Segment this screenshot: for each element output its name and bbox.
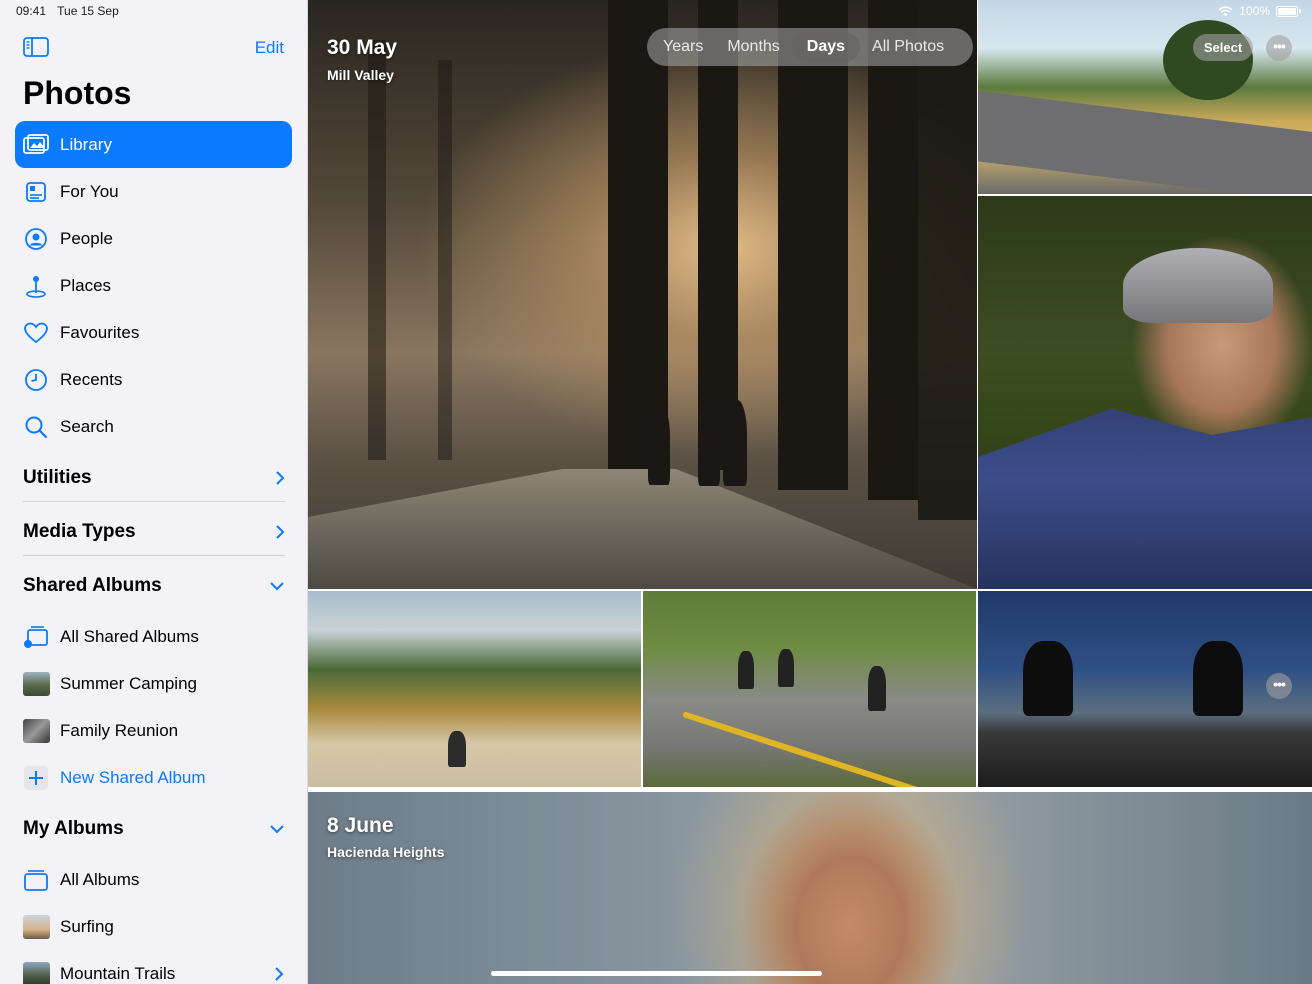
- photo-more-button[interactable]: •••: [1266, 673, 1292, 699]
- sidebar-item-label: Places: [60, 275, 112, 295]
- section-title: Shared Albums: [23, 575, 162, 596]
- sidebar-item-label: New Shared Album: [60, 767, 206, 787]
- people-icon: [23, 226, 49, 252]
- day-location: Mill Valley: [327, 67, 394, 83]
- chevron-right-icon: [276, 471, 285, 485]
- photo-group-ride[interactable]: [643, 591, 976, 787]
- photo-silhouette-riders[interactable]: [978, 591, 1312, 787]
- sidebar-item-family-reunion[interactable]: Family Reunion: [15, 707, 292, 754]
- battery-percent: 100%: [1239, 4, 1270, 18]
- shared-albums-icon: [23, 624, 49, 650]
- select-button[interactable]: Select: [1193, 34, 1253, 61]
- sidebar-item-favourites[interactable]: Favourites: [15, 309, 292, 356]
- section-title: Utilities: [23, 467, 92, 488]
- edit-button[interactable]: Edit: [255, 38, 284, 58]
- sidebar: Edit Photos Library For You People Place…: [0, 0, 308, 984]
- section-media-types[interactable]: Media Types: [23, 510, 285, 554]
- sidebar-item-label: Surfing: [60, 916, 114, 936]
- sidebar-item-places[interactable]: Places: [15, 262, 292, 309]
- sidebar-item-library[interactable]: Library: [15, 121, 292, 168]
- photo-coastal-cyclist[interactable]: [308, 591, 641, 787]
- home-indicator[interactable]: [491, 971, 822, 976]
- sidebar-item-all-shared-albums[interactable]: All Shared Albums: [15, 613, 292, 660]
- sidebar-item-label: Search: [60, 416, 114, 436]
- sidebar-item-mountain-trails[interactable]: Mountain Trails: [15, 950, 292, 984]
- wifi-icon: [1218, 5, 1233, 16]
- tab-years[interactable]: Years: [651, 32, 715, 62]
- for-you-icon: [23, 179, 49, 205]
- more-options-button[interactable]: •••: [1266, 35, 1292, 61]
- sidebar-item-all-albums[interactable]: All Albums: [15, 856, 292, 903]
- status-date: Tue 15 Sep: [57, 4, 119, 18]
- sidebar-toggle-icon[interactable]: [23, 37, 49, 57]
- day-title: 30 May: [327, 36, 398, 59]
- chevron-down-icon: [270, 825, 284, 834]
- section-utilities[interactable]: Utilities: [23, 456, 285, 500]
- heart-icon: [23, 320, 49, 346]
- tab-months[interactable]: Months: [715, 32, 791, 62]
- status-bar-left: 09:41 Tue 15 Sep: [16, 4, 127, 18]
- album-thumbnail: [23, 914, 50, 939]
- sidebar-item-label: People: [60, 228, 113, 248]
- sidebar-item-people[interactable]: People: [15, 215, 292, 262]
- section-title: Media Types: [23, 521, 136, 542]
- album-thumbnail: [23, 718, 50, 743]
- photo-cyclist-portrait[interactable]: [978, 196, 1312, 589]
- photo-woman-portrait[interactable]: [308, 792, 1312, 984]
- section-title: My Albums: [23, 818, 124, 839]
- day-location: Hacienda Heights: [327, 844, 445, 860]
- sidebar-item-for-you[interactable]: For You: [15, 168, 292, 215]
- sidebar-item-label: All Albums: [60, 869, 140, 889]
- sidebar-item-search[interactable]: Search: [15, 403, 292, 450]
- sidebar-item-label: For You: [60, 181, 119, 201]
- tab-days[interactable]: Days: [791, 32, 861, 62]
- sidebar-item-label: Library: [60, 134, 112, 154]
- places-icon: [23, 273, 49, 299]
- section-my-albums[interactable]: My Albums: [23, 807, 285, 851]
- status-bar-right: 100%: [1218, 4, 1301, 18]
- album-thumbnail: [23, 671, 50, 696]
- view-switcher: Years Months Days All Photos: [647, 28, 973, 66]
- search-icon: [23, 414, 49, 440]
- sidebar-item-recents[interactable]: Recents: [15, 356, 292, 403]
- day-title: 8 June: [327, 814, 394, 837]
- photo-forest-cyclists[interactable]: [308, 0, 977, 589]
- divider: [23, 555, 285, 556]
- new-shared-album-button[interactable]: New Shared Album: [15, 754, 292, 801]
- chevron-right-icon: [275, 966, 284, 981]
- status-time: 09:41: [16, 4, 47, 18]
- clock-icon: [23, 367, 49, 393]
- sidebar-item-label: Recents: [60, 369, 123, 389]
- sidebar-item-label: All Shared Albums: [60, 626, 199, 646]
- chevron-down-icon: [270, 582, 284, 591]
- photo-hill-cyclists[interactable]: [978, 0, 1312, 194]
- sidebar-item-label: Mountain Trails: [60, 963, 176, 983]
- sidebar-item-label: Summer Camping: [60, 673, 197, 693]
- sidebar-item-surfing[interactable]: Surfing: [15, 903, 292, 950]
- section-shared-albums[interactable]: Shared Albums: [23, 564, 285, 608]
- photo-grid: 30 May Mill Valley 8 June Hacienda Heigh…: [308, 0, 1312, 984]
- divider: [23, 501, 285, 502]
- sidebar-item-label: Favourites: [60, 322, 140, 342]
- album-thumbnail: [23, 961, 50, 984]
- library-icon: [23, 132, 49, 158]
- battery-icon: [1276, 5, 1301, 17]
- page-title: Photos: [23, 75, 132, 111]
- sidebar-item-label: Family Reunion: [60, 720, 179, 740]
- sidebar-item-summer-camping[interactable]: Summer Camping: [15, 660, 292, 707]
- tab-all-photos[interactable]: All Photos: [860, 32, 956, 62]
- albums-icon: [23, 867, 49, 893]
- chevron-right-icon: [276, 525, 285, 539]
- plus-icon: [23, 765, 49, 791]
